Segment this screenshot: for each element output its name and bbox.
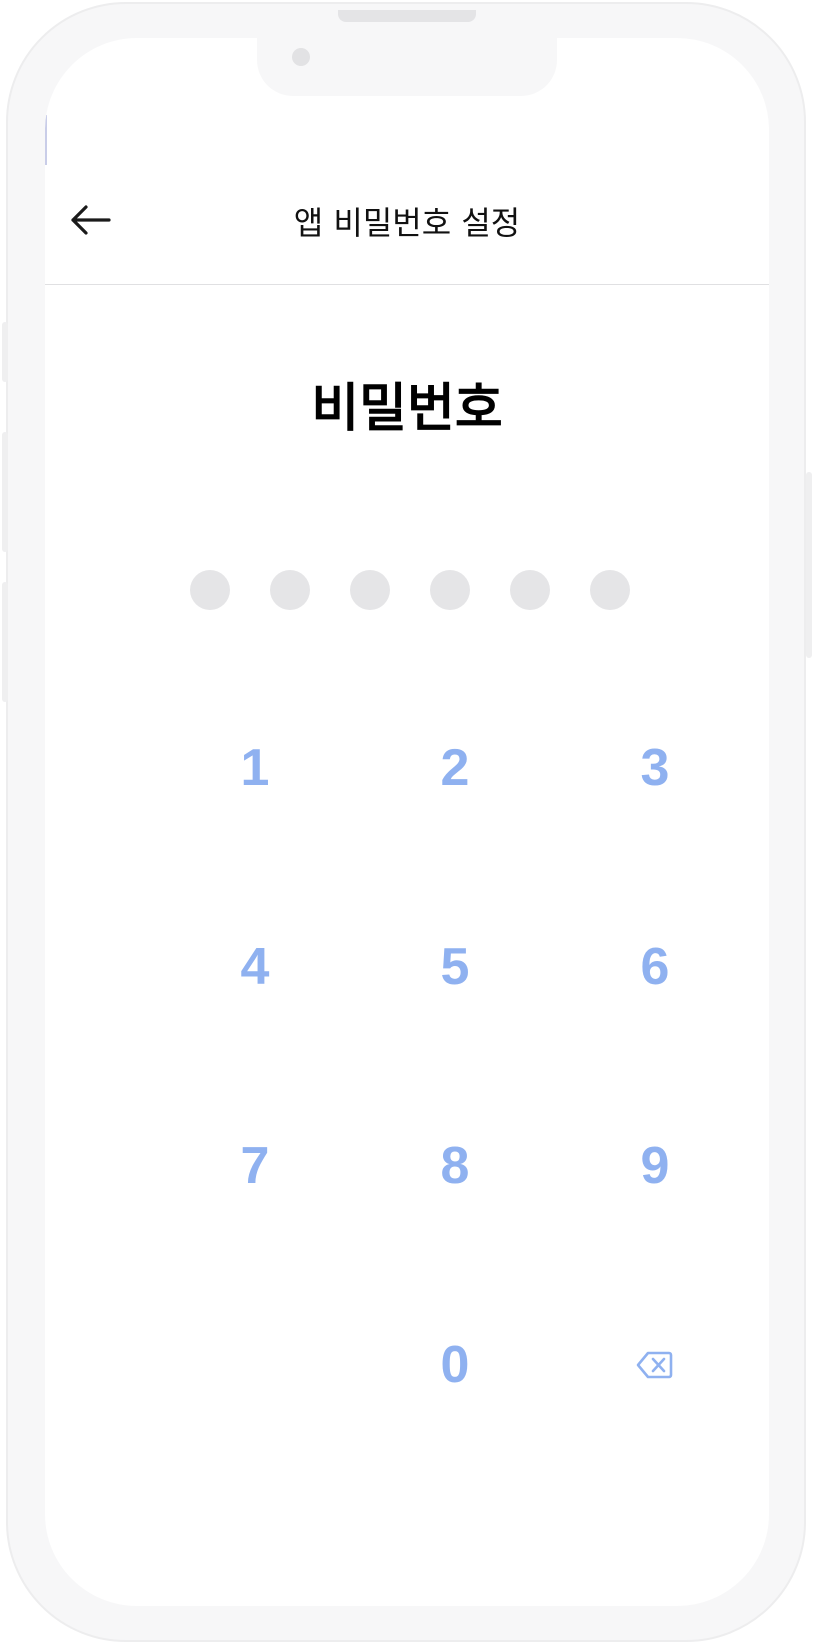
keypad-key-3[interactable]: 3 (555, 718, 755, 818)
keypad-key-2[interactable]: 2 (355, 718, 555, 818)
front-camera (292, 48, 310, 66)
password-heading: 비밀번호 (311, 379, 503, 439)
pin-dot (270, 570, 310, 610)
pin-dot (190, 570, 230, 610)
keypad-key-6[interactable]: 6 (555, 917, 755, 1017)
speaker-grille (338, 10, 476, 22)
keypad-key-1[interactable]: 1 (155, 718, 355, 818)
pin-dot (590, 570, 630, 610)
page-title: 앱 비밀번호 설정 (293, 204, 521, 242)
silent-switch (2, 322, 8, 382)
pin-dot (350, 570, 390, 610)
status-indicator (45, 115, 47, 165)
keypad-key-4[interactable]: 4 (155, 917, 355, 1017)
keypad-key-9[interactable]: 9 (555, 1116, 755, 1216)
app-screen: 앱 비밀번호 설정 비밀번호 123 456 7890 (45, 38, 769, 1606)
keypad-key-8[interactable]: 8 (355, 1116, 555, 1216)
power-button (806, 472, 812, 658)
backspace-icon (636, 1351, 673, 1379)
app-header: 앱 비밀번호 설정 (45, 166, 769, 285)
pin-dot (430, 570, 470, 610)
keypad-empty-slot (155, 1315, 355, 1415)
camera-notch (257, 36, 557, 96)
keypad-key-0[interactable]: 0 (355, 1315, 555, 1415)
pin-dot (510, 570, 550, 610)
keypad-key-7[interactable]: 7 (155, 1116, 355, 1216)
number-keypad: 123 456 7890 (155, 718, 755, 1514)
keypad-key-5[interactable]: 5 (355, 917, 555, 1017)
pin-indicator (190, 570, 630, 610)
backspace-button[interactable] (555, 1315, 755, 1415)
volume-up-button (2, 432, 8, 552)
volume-down-button (2, 582, 8, 702)
